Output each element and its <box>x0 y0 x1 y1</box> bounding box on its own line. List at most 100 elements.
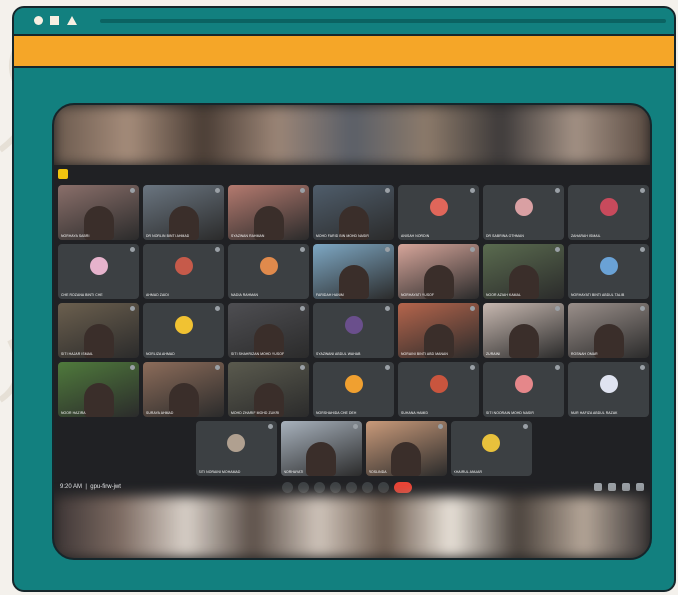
participant-name: SITI SHAHRIZAN MOHD YUSOF <box>231 352 285 356</box>
participant-tile[interactable]: MOHD FARID BIN MOHD NASIR <box>313 185 394 240</box>
mic-muted-icon <box>385 247 390 252</box>
participant-tile[interactable]: SITI NORAINI MOHAMAD <box>195 421 277 476</box>
present-icon[interactable] <box>346 482 357 493</box>
participant-tile[interactable]: NORHAYATI <box>280 421 362 476</box>
participant-tile[interactable]: NORLIZA AHMAD <box>143 303 224 358</box>
mic-muted-icon <box>470 188 475 193</box>
participant-name: SYAZWAN RAHMAN <box>231 234 265 238</box>
mic-muted-icon <box>215 188 220 193</box>
mic-muted-icon <box>267 424 273 429</box>
blurred-bottom-strip <box>54 496 650 558</box>
avatar <box>429 375 448 393</box>
participant-tile[interactable]: SYAZWANI ABDUL WAHAB <box>313 303 394 358</box>
participant-name: NOOR HAZIRA <box>61 411 86 415</box>
participant-tile[interactable]: ZAHARAH ISMAIL <box>568 185 649 240</box>
triangle-icon <box>67 16 77 25</box>
participant-tile[interactable]: SITI NOORAIN MOHD NASIR <box>483 362 564 417</box>
activities-icon[interactable] <box>636 483 644 491</box>
participant-tile[interactable]: NORHAYA SABRI <box>58 185 139 240</box>
participant-tile[interactable]: ROSLINDA <box>365 421 447 476</box>
participant-tile[interactable]: AHMAD ZAIDI <box>143 244 224 299</box>
mic-muted-icon <box>437 424 443 429</box>
meeting-clock: 9:20 AM <box>60 484 83 490</box>
mic-muted-icon <box>215 306 220 311</box>
participant-tile[interactable]: NUR HAFIZA ABDUL RAZAK <box>568 362 649 417</box>
participant-tile[interactable]: DR SABRINA OTHMAN <box>483 185 564 240</box>
participant-name: ZAHARAH ISMAIL <box>571 234 601 238</box>
participant-tile[interactable]: SURAYA AHMAD <box>143 362 224 417</box>
avatar <box>174 257 193 275</box>
camera-icon[interactable] <box>298 482 309 493</box>
mic-muted-icon <box>300 365 305 370</box>
participant-name: NUR HAFIZA ABDUL RAZAK <box>571 411 618 415</box>
participant-tile[interactable]: SITI SHAHRIZAN MOHD YUSOF <box>228 303 309 358</box>
more-options-icon[interactable] <box>378 482 389 493</box>
participant-tile[interactable]: NORHAYATI YUSOF <box>398 244 479 299</box>
participant-tile[interactable]: SYAZWAN RAHMAN <box>228 185 309 240</box>
hang-up-button[interactable] <box>394 482 412 493</box>
side-controls <box>594 483 644 491</box>
participant-name: SURAYA AHMAD <box>146 411 174 415</box>
blurred-top-strip <box>54 105 650 165</box>
mic-muted-icon <box>130 365 135 370</box>
participant-tile[interactable]: NOOR HAZIRA <box>58 362 139 417</box>
mic-muted-icon <box>385 188 390 193</box>
participant-tile[interactable]: CHE ROZANA BINTI CHE <box>58 244 139 299</box>
participant-name: KHAIRUL ANUAR <box>453 470 482 474</box>
avatar <box>599 375 618 393</box>
raise-hand-icon[interactable] <box>362 482 373 493</box>
mic-muted-icon <box>300 247 305 252</box>
meeting-code: gpu-firw-jwt <box>90 484 121 490</box>
mic-muted-icon <box>555 365 560 370</box>
meet-logo-icon <box>58 169 68 179</box>
info-icon[interactable] <box>594 483 602 491</box>
participant-name: SUHANA HAMID <box>401 411 429 415</box>
participant-name: NORAINI BINTI ABD MANAN <box>401 352 448 356</box>
mic-muted-icon <box>640 247 645 252</box>
participant-tile[interactable]: FARIDAH HANIM <box>313 244 394 299</box>
video-call-window: NORHAYA SABRI DR NORLIN BINTI AHMAD SYAZWA… <box>54 165 650 500</box>
participant-name: DR NORLIN BINTI AHMAD <box>146 234 190 238</box>
emoji-icon[interactable] <box>330 482 341 493</box>
participant-name: NORSHAHIDA CHE DEH <box>316 411 357 415</box>
participant-tile[interactable]: SUHANA HAMID <box>398 362 479 417</box>
title-bar-line <box>100 19 666 23</box>
participant-name: MOHD ZHARIF MOHD ZUKRI <box>231 411 280 415</box>
participant-name: MOHD FARID BIN MOHD NASIR <box>316 234 369 238</box>
avatar <box>514 198 533 216</box>
mic-muted-icon <box>522 424 528 429</box>
participant-tile[interactable]: ROSNAH OMAR <box>568 303 649 358</box>
participant-tile[interactable]: NOOR AZIAH KAMAL <box>483 244 564 299</box>
people-icon[interactable] <box>608 483 616 491</box>
avatar <box>344 375 363 393</box>
participant-tile[interactable]: SITI HAJAR ISMAIL <box>58 303 139 358</box>
mic-muted-icon <box>385 365 390 370</box>
participant-name: SITI NORAINI MOHAMAD <box>198 470 241 474</box>
participant-tile[interactable]: MOHD ZHARIF MOHD ZUKRI <box>228 362 309 417</box>
participant-tile[interactable]: KHAIRUL ANUAR <box>450 421 532 476</box>
mic-muted-icon <box>555 188 560 193</box>
participant-tile[interactable]: NORHAYATI BINTI ABDUL TALIB <box>568 244 649 299</box>
participant-name: AHMAD ZAIDI <box>146 293 169 297</box>
participant-tile[interactable]: NORAINI BINTI ABD MANAN <box>398 303 479 358</box>
avatar <box>599 198 618 216</box>
participant-tile[interactable]: NORSHAHIDA CHE DEH <box>313 362 394 417</box>
participant-tile[interactable]: ZURAINI <box>483 303 564 358</box>
microphone-icon[interactable] <box>282 482 293 493</box>
participant-name: NOOR AZIAH KAMAL <box>486 293 521 297</box>
mic-muted-icon <box>130 188 135 193</box>
participant-tile[interactable]: ANISAH NORDIN <box>398 185 479 240</box>
chat-icon[interactable] <box>622 483 630 491</box>
mic-muted-icon <box>470 365 475 370</box>
participant-tile[interactable]: NADIA RAHMAN <box>228 244 309 299</box>
participant-name: NORLIZA AHMAD <box>146 352 175 356</box>
mic-muted-icon <box>215 247 220 252</box>
participant-tile[interactable]: DR NORLIN BINTI AHMAD <box>143 185 224 240</box>
participant-name: DR SABRINA OTHMAN <box>486 234 524 238</box>
participant-name: NORHAYA SABRI <box>61 234 90 238</box>
captions-icon[interactable] <box>314 482 325 493</box>
call-controls <box>282 482 412 493</box>
avatar <box>227 434 245 452</box>
avatar <box>514 375 533 393</box>
participant-name: SITI NOORAIN MOHD NASIR <box>486 411 534 415</box>
